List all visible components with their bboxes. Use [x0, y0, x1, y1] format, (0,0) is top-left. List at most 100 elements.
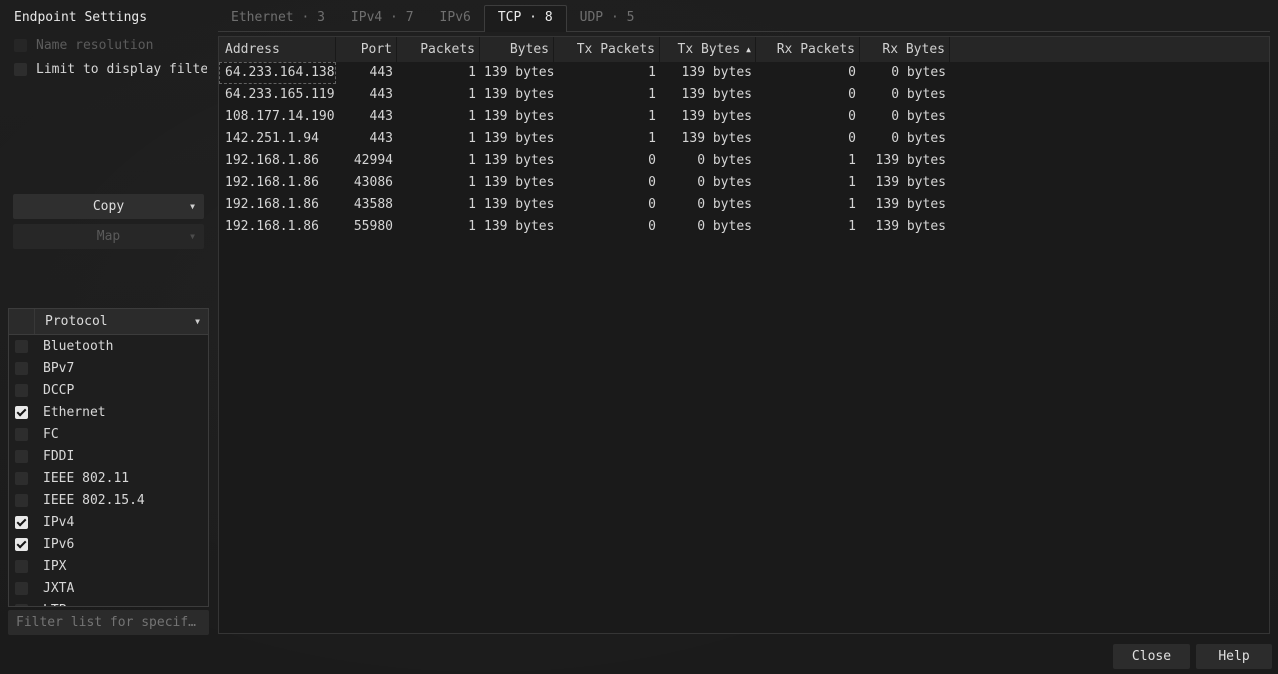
- checked-checkbox-icon[interactable]: [15, 406, 28, 419]
- tab-ipv6[interactable]: IPv6: [427, 5, 484, 32]
- cell-rx-packets: 1: [756, 150, 860, 172]
- protocol-item-ieee-802-15-4[interactable]: IEEE 802.15.4: [9, 489, 208, 511]
- name-resolution-checkbox[interactable]: Name resolution: [14, 37, 153, 53]
- protocol-item-ipx[interactable]: IPX: [9, 555, 208, 577]
- unchecked-checkbox-icon[interactable]: [15, 560, 28, 573]
- cell-rx-packets: 0: [756, 62, 860, 84]
- cell-address: 142.251.1.94: [219, 128, 336, 150]
- unchecked-checkbox-icon[interactable]: [14, 63, 27, 76]
- unchecked-checkbox-icon[interactable]: [15, 472, 28, 485]
- protocol-item-jxta[interactable]: JXTA: [9, 577, 208, 599]
- cell-port: 443: [336, 84, 397, 106]
- cell-bytes: 139 bytes: [480, 216, 554, 238]
- cell-port: 43086: [336, 172, 397, 194]
- cell-bytes: 139 bytes: [480, 106, 554, 128]
- column-header-tx-packets[interactable]: Tx Packets: [554, 37, 660, 62]
- table-row[interactable]: 192.168.1.86435881139 bytes00 bytes1139 …: [219, 194, 1269, 216]
- cell-rx-packets: 0: [756, 128, 860, 150]
- column-header-port[interactable]: Port: [336, 37, 397, 62]
- cell-rx-packets: 0: [756, 84, 860, 106]
- unchecked-checkbox-icon[interactable]: [15, 428, 28, 441]
- column-header-packets[interactable]: Packets: [397, 37, 480, 62]
- protocol-column-header: Protocol: [45, 309, 108, 334]
- protocol-item-bpv7[interactable]: BPv7: [9, 357, 208, 379]
- protocol-item-ltp[interactable]: LTP: [9, 599, 208, 607]
- endpoints-table: Address Port Packets BytesTx PacketsTx Byte…: [218, 36, 1270, 634]
- unchecked-checkbox-icon[interactable]: [15, 450, 28, 463]
- protocol-item-label: Ethernet: [43, 405, 106, 420]
- help-button[interactable]: Help: [1196, 644, 1272, 669]
- chevron-down-icon: ▼: [190, 202, 195, 211]
- cell-tx-packets: 1: [554, 84, 660, 106]
- unchecked-checkbox-icon[interactable]: [15, 604, 28, 608]
- checked-checkbox-icon[interactable]: [15, 516, 28, 529]
- unchecked-checkbox-icon[interactable]: [15, 494, 28, 507]
- protocol-item-bluetooth[interactable]: Bluetooth: [9, 335, 208, 357]
- protocol-item-label: JXTA: [43, 581, 74, 596]
- close-button-label: Close: [1132, 649, 1171, 664]
- unchecked-checkbox-icon[interactable]: [15, 582, 28, 595]
- unchecked-checkbox-icon[interactable]: [15, 362, 28, 375]
- table-row[interactable]: 192.168.1.86429941139 bytes00 bytes1139 …: [219, 150, 1269, 172]
- cell-rx-packets: 1: [756, 194, 860, 216]
- cell-tx-bytes: 0 bytes: [660, 150, 756, 172]
- protocol-filter-input[interactable]: [8, 610, 209, 635]
- table-row[interactable]: 64.233.165.1194431139 bytes1139 bytes00 …: [219, 84, 1269, 106]
- column-header-bytes[interactable]: Bytes: [480, 37, 554, 62]
- panel-title: Endpoint Settings: [14, 10, 147, 25]
- cell-rx-bytes: 139 bytes: [860, 150, 950, 172]
- protocol-item-ethernet[interactable]: Ethernet: [9, 401, 208, 423]
- column-header-tx-bytes[interactable]: Tx Bytes▲: [660, 37, 756, 62]
- table-row[interactable]: 64.233.164.1384431139 bytes1139 bytes00 …: [219, 62, 1269, 84]
- table-row[interactable]: 108.177.14.1904431139 bytes1139 bytes00 …: [219, 106, 1269, 128]
- protocol-item-ieee-802-11[interactable]: IEEE 802.11: [9, 467, 208, 489]
- tab-udp-5[interactable]: UDP · 5: [567, 5, 648, 32]
- column-header-label: Address: [225, 42, 280, 57]
- protocol-item-ipv6[interactable]: IPv6: [9, 533, 208, 555]
- cell-tx-bytes: 139 bytes: [660, 84, 756, 106]
- column-header-label: Port: [361, 42, 392, 57]
- protocol-item-label: IPv6: [43, 537, 74, 552]
- table-row[interactable]: 192.168.1.86430861139 bytes00 bytes1139 …: [219, 172, 1269, 194]
- help-button-label: Help: [1218, 649, 1249, 664]
- column-header-rx-bytes[interactable]: Rx Bytes: [860, 37, 950, 62]
- column-header-rx-packets[interactable]: Rx Packets: [756, 37, 860, 62]
- table-row[interactable]: 192.168.1.86559801139 bytes00 bytes1139 …: [219, 216, 1269, 238]
- column-header-label: Packets: [420, 42, 475, 57]
- cell-rx-bytes: 0 bytes: [860, 84, 950, 106]
- copy-button[interactable]: Copy ▼: [13, 194, 204, 219]
- tab-ethernet-3[interactable]: Ethernet · 3: [218, 5, 338, 32]
- protocol-item-ipv4[interactable]: IPv4: [9, 511, 208, 533]
- cell-address: 64.233.165.119: [219, 84, 336, 106]
- limit-to-display-filter-checkbox[interactable]: Limit to display filter: [14, 61, 207, 77]
- cell-tx-bytes: 139 bytes: [660, 62, 756, 84]
- column-divider: [34, 309, 35, 334]
- sort-ascending-icon: ▲: [746, 45, 751, 54]
- table-header-row: Address Port Packets BytesTx PacketsTx Byte…: [219, 37, 1269, 62]
- column-header-label: Rx Bytes: [882, 42, 945, 57]
- cell-packets: 1: [397, 106, 480, 128]
- cell-port: 42994: [336, 150, 397, 172]
- cell-packets: 1: [397, 150, 480, 172]
- column-header-address[interactable]: Address: [219, 37, 336, 62]
- protocol-item-label: IEEE 802.11: [43, 471, 129, 486]
- protocol-item-fc[interactable]: FC: [9, 423, 208, 445]
- unchecked-checkbox-icon[interactable]: [15, 340, 28, 353]
- sort-descending-icon: ▼: [195, 309, 200, 334]
- unchecked-checkbox-icon[interactable]: [15, 384, 28, 397]
- unchecked-checkbox-icon[interactable]: [14, 39, 27, 52]
- protocol-item-fddi[interactable]: FDDI: [9, 445, 208, 467]
- cell-tx-bytes: 0 bytes: [660, 172, 756, 194]
- protocol-list-header[interactable]: Protocol ▼: [9, 309, 208, 335]
- protocol-item-label: IEEE 802.15.4: [43, 493, 145, 508]
- close-button[interactable]: Close: [1113, 644, 1190, 669]
- cell-tx-bytes: 139 bytes: [660, 106, 756, 128]
- protocol-item-dccp[interactable]: DCCP: [9, 379, 208, 401]
- map-button[interactable]: Map ▼: [13, 224, 204, 249]
- cell-bytes: 139 bytes: [480, 62, 554, 84]
- checked-checkbox-icon[interactable]: [15, 538, 28, 551]
- tab-tcp-8[interactable]: TCP · 8: [484, 5, 567, 32]
- cell-rx-bytes: 139 bytes: [860, 216, 950, 238]
- tab-ipv4-7[interactable]: IPv4 · 7: [338, 5, 427, 32]
- table-row[interactable]: 142.251.1.944431139 bytes1139 bytes00 by…: [219, 128, 1269, 150]
